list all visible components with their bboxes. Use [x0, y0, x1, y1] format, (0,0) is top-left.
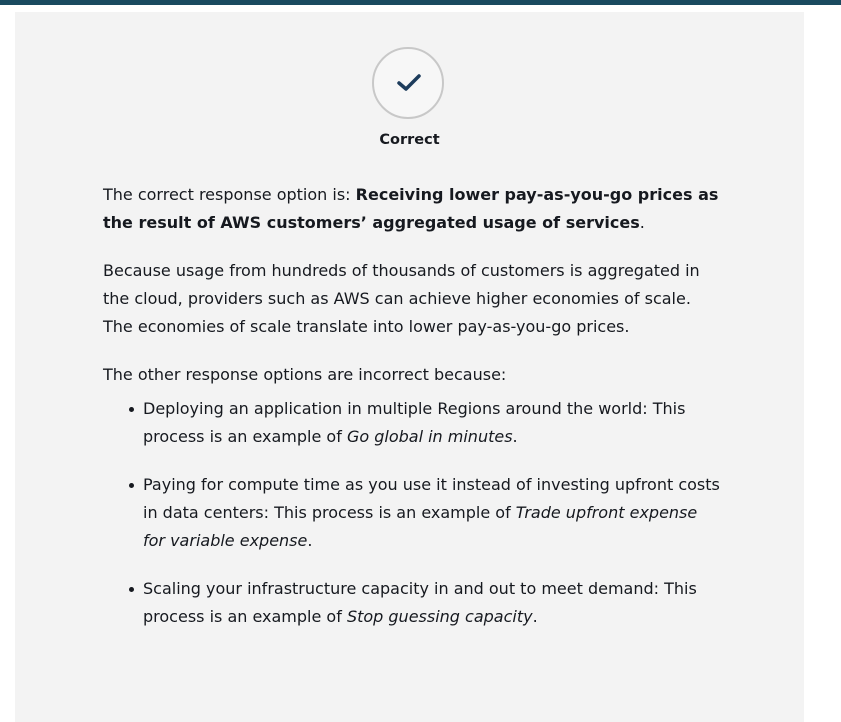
option-end: . [307, 531, 313, 550]
option-emphasis: Go global in minutes [346, 427, 513, 446]
correct-answer-paragraph: The correct response option is: Receivin… [103, 181, 723, 237]
answer-prefix: The correct response option is: [103, 185, 356, 204]
option-end: . [512, 427, 518, 446]
list-item: Scaling your infrastructure capacity in … [129, 575, 723, 631]
status-circle [372, 47, 444, 119]
option-emphasis: Stop guessing capacity [346, 607, 533, 626]
feedback-card: Correct The correct response option is: … [15, 12, 804, 722]
explanation-paragraph: Because usage from hundreds of thousands… [103, 261, 700, 336]
option-end: . [532, 607, 538, 626]
incorrect-options-list: Deploying an application in multiple Reg… [103, 395, 723, 631]
feedback-content: The correct response option is: Receivin… [103, 181, 723, 651]
status-label: Correct [379, 132, 440, 148]
list-item: Deploying an application in multiple Reg… [129, 395, 723, 451]
top-accent-bar [0, 0, 841, 5]
checkmark-icon [397, 74, 421, 91]
list-item: Paying for compute time as you use it in… [129, 471, 723, 555]
answer-suffix: . [639, 213, 645, 232]
incorrect-intro: The other response options are incorrect… [103, 365, 507, 384]
